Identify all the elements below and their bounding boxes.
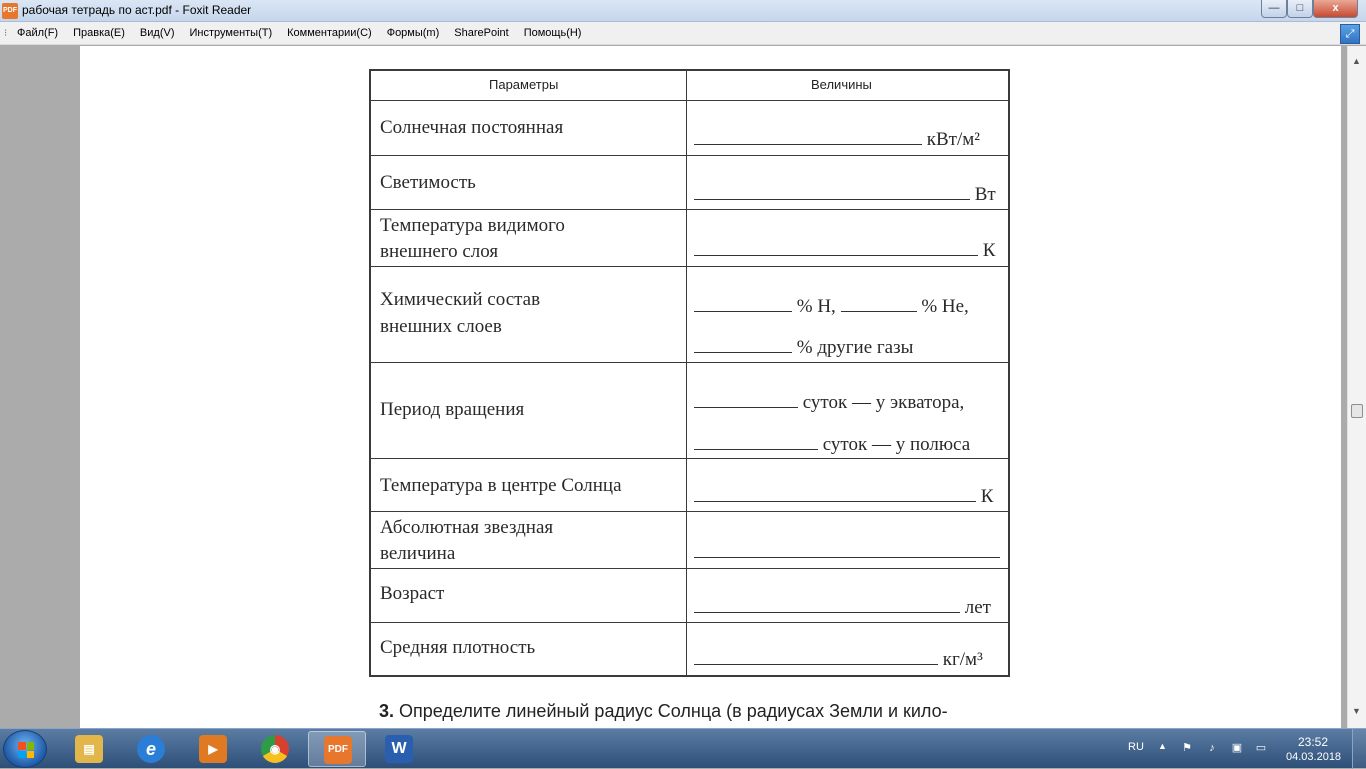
internet-explorer-icon: e bbox=[137, 735, 165, 763]
param-label: Химический состав bbox=[380, 289, 541, 310]
network-icon[interactable]: ▣ bbox=[1230, 741, 1244, 755]
word-icon: W bbox=[385, 735, 413, 763]
window-title: рабочая тетрадь по аст.pdf - Foxit Reade… bbox=[22, 3, 252, 17]
param-label: внешних слоев bbox=[380, 316, 502, 337]
unit-label: лет bbox=[964, 597, 991, 618]
value-field: К bbox=[694, 238, 995, 262]
taskbar-foxit-button[interactable]: PDF bbox=[308, 731, 366, 767]
scroll-up-icon[interactable]: ▲ bbox=[1352, 56, 1361, 66]
param-label: Абсолютная звездная bbox=[380, 517, 554, 538]
unit-label: К bbox=[982, 240, 996, 261]
table-row: Температура в центре Солнца К bbox=[371, 459, 1008, 512]
table-row: Возраст лет bbox=[371, 569, 1008, 623]
table-row: Период вращения суток — у экватора, суто… bbox=[371, 363, 1008, 459]
value-field: суток — у полюса bbox=[694, 432, 970, 456]
value-field: кг/м³ bbox=[694, 647, 983, 671]
title-bar[interactable]: PDF рабочая тетрадь по аст.pdf - Foxit R… bbox=[0, 0, 1366, 22]
param-label: Температура в центре Солнца bbox=[380, 475, 622, 496]
folder-icon: ▤ bbox=[75, 735, 103, 763]
param-label: Температура видимого bbox=[380, 215, 565, 236]
menu-sharepoint[interactable]: SharePoint bbox=[454, 27, 508, 39]
header-values: Величины bbox=[811, 77, 872, 92]
close-button[interactable]: x bbox=[1313, 0, 1358, 18]
param-label: Возраст bbox=[380, 583, 445, 604]
table-row: Солнечная постоянная кВт/м² bbox=[371, 101, 1008, 156]
unit-label: К bbox=[980, 486, 994, 507]
menu-bar: ⁝ Файл(F) Правка(E) Вид(V) Инструменты(T… bbox=[0, 22, 1366, 45]
param-label: внешнего слоя bbox=[380, 241, 499, 262]
minimize-button[interactable]: — bbox=[1261, 0, 1287, 18]
parameters-table: Параметры Величины Солнечная постоянная … bbox=[369, 69, 1010, 677]
param-label: величина bbox=[380, 543, 456, 564]
unit-label: кВт/м² bbox=[926, 129, 980, 150]
taskbar-chrome-button[interactable]: ◉ bbox=[246, 731, 304, 767]
table-row: Светимость Вт bbox=[371, 156, 1008, 210]
menu-edit[interactable]: Правка(E) bbox=[73, 27, 125, 39]
menu-tools[interactable]: Инструменты(T) bbox=[190, 27, 273, 39]
media-player-icon: ▶ bbox=[199, 735, 227, 763]
unit-label: Вт bbox=[974, 184, 996, 205]
next-task-text: 3. Определите линейный радиус Солнца (в … bbox=[379, 701, 948, 721]
value-field: Вт bbox=[694, 182, 996, 206]
taskbar-media-button[interactable]: ▶ bbox=[184, 731, 242, 767]
maximize-button[interactable]: □ bbox=[1287, 0, 1313, 18]
taskbar-word-button[interactable]: W bbox=[370, 731, 428, 767]
param-label: Период вращения bbox=[380, 399, 525, 420]
start-button[interactable] bbox=[3, 730, 47, 768]
param-label: Солнечная постоянная bbox=[380, 117, 564, 138]
windows-logo-icon bbox=[18, 742, 34, 758]
menu-forms[interactable]: Формы(m) bbox=[387, 27, 440, 39]
scroll-thumb[interactable] bbox=[1351, 404, 1363, 418]
value-field: % другие газы bbox=[694, 335, 913, 359]
menu-view[interactable]: Вид(V) bbox=[140, 27, 175, 39]
scroll-down-icon[interactable]: ▼ bbox=[1352, 706, 1361, 716]
value-field: К bbox=[694, 484, 993, 508]
speaker-icon[interactable]: ♪ bbox=[1205, 741, 1219, 755]
table-row: Химический состав внешних слоев % H, % H… bbox=[371, 267, 1008, 363]
param-label: Светимость bbox=[380, 172, 476, 193]
header-params: Параметры bbox=[489, 77, 559, 92]
clock-date[interactable]: 04.03.2018 bbox=[1286, 751, 1341, 763]
vertical-scrollbar[interactable]: ▲ ▼ bbox=[1347, 46, 1366, 728]
flag-icon[interactable]: ⚑ bbox=[1180, 741, 1194, 755]
chrome-icon: ◉ bbox=[261, 735, 289, 763]
document-viewport[interactable]: Параметры Величины Солнечная постоянная … bbox=[0, 46, 1347, 728]
taskbar-explorer-button[interactable]: ▤ bbox=[60, 731, 118, 767]
unit-label: кг/м³ bbox=[942, 649, 983, 670]
table-header-row: Параметры Величины bbox=[371, 71, 1008, 101]
show-desktop-button[interactable] bbox=[1352, 729, 1366, 769]
value-field bbox=[694, 540, 1000, 564]
foxit-pdf-icon: PDF bbox=[324, 736, 352, 764]
menu-help[interactable]: Помощь(H) bbox=[524, 27, 582, 39]
foxit-logo-icon: PDF bbox=[2, 3, 18, 19]
table-row: Абсолютная звездная величина bbox=[371, 512, 1008, 569]
taskbar: ▤ e ▶ ◉ PDF W RU ▲ ⚑ ♪ ▣ ▭ 23:52 04.03.2… bbox=[0, 728, 1366, 769]
param-label: Средняя плотность bbox=[380, 637, 536, 658]
menu-grip-icon: ⁝ bbox=[4, 28, 8, 39]
value-field: суток — у экватора, bbox=[694, 390, 964, 414]
language-indicator[interactable]: RU bbox=[1128, 741, 1144, 753]
table-row: Температура видимого внешнего слоя К bbox=[371, 210, 1008, 267]
fullscreen-icon[interactable]: ⤢ bbox=[1340, 24, 1360, 44]
tray-expand-icon[interactable]: ▲ bbox=[1158, 741, 1167, 751]
clock-time[interactable]: 23:52 bbox=[1298, 735, 1328, 749]
value-field: % H, % He, bbox=[694, 294, 969, 318]
power-icon[interactable]: ▭ bbox=[1254, 741, 1268, 755]
taskbar-ie-button[interactable]: e bbox=[122, 731, 180, 767]
value-field: лет bbox=[694, 595, 991, 619]
table-row: Средняя плотность кг/м³ bbox=[371, 623, 1008, 675]
menu-file[interactable]: Файл(F) bbox=[17, 27, 58, 39]
value-field: кВт/м² bbox=[694, 127, 980, 151]
menu-comments[interactable]: Комментарии(C) bbox=[287, 27, 372, 39]
pdf-page: Параметры Величины Солнечная постоянная … bbox=[80, 46, 1341, 728]
